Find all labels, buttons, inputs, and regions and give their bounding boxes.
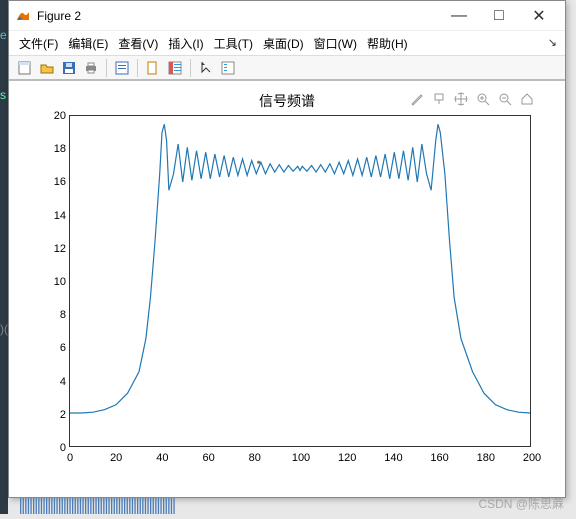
minimize-button[interactable]: — [439,2,479,30]
axes[interactable]: 0246810121416182002040608010012014016018… [69,115,531,447]
y-tick: 16 [40,176,66,188]
dock-toggle-button[interactable]: ↘ [548,36,557,49]
zoom-out-icon[interactable] [497,91,513,107]
save-button[interactable] [59,58,79,78]
x-tick: 60 [202,452,214,464]
menu-window[interactable]: 窗口(W) [314,35,357,52]
menu-insert[interactable]: 插入(I) [168,35,203,52]
open-button[interactable] [37,58,57,78]
y-tick: 18 [40,143,66,155]
print-button[interactable] [81,58,101,78]
home-icon[interactable] [519,91,535,107]
y-tick: 8 [40,309,66,321]
menu-desktop[interactable]: 桌面(D) [263,35,304,52]
y-tick: 6 [40,342,66,354]
toolbar [9,55,565,81]
title-bar: Figure 2 — □ ✕ [9,1,565,31]
x-tick: 100 [292,452,310,464]
edit-plot-button[interactable] [196,58,216,78]
new-figure-button[interactable] [15,58,35,78]
x-tick: 160 [430,452,448,464]
colorbar-button[interactable] [165,58,185,78]
close-button[interactable]: ✕ [519,2,559,30]
plot-area: 信号频谱 02468101214161820020406080100120140… [21,87,553,485]
menu-view[interactable]: 查看(V) [118,35,158,52]
y-tick: 2 [40,409,66,421]
window-title: Figure 2 [37,9,439,23]
menu-file[interactable]: 文件(F) [19,35,58,52]
watermark: CSDN @陈思蔴 [478,495,564,512]
x-tick: 120 [338,452,356,464]
figure-window: Figure 2 — □ ✕ ↘ 文件(F) 编辑(E) 查看(V) 插入(I)… [8,0,566,498]
datatip-icon[interactable] [431,91,447,107]
y-tick: 12 [40,243,66,255]
pan-icon[interactable] [453,91,469,107]
insert-legend-button[interactable] [218,58,238,78]
menu-help[interactable]: 帮助(H) [367,35,408,52]
x-tick: 200 [523,452,541,464]
y-tick: 0 [40,442,66,454]
maximize-button[interactable]: □ [479,2,519,30]
zoom-in-icon[interactable] [475,91,491,107]
x-tick: 0 [67,452,73,464]
menu-bar: 文件(F) 编辑(E) 查看(V) 插入(I) 工具(T) 桌面(D) 窗口(W… [9,31,565,55]
y-tick: 14 [40,210,66,222]
print-preview-button[interactable] [112,58,132,78]
menu-edit[interactable]: 编辑(E) [68,35,108,52]
background-bars [20,498,180,514]
matlab-logo-icon [15,8,31,24]
y-tick: 10 [40,276,66,288]
x-tick: 20 [110,452,122,464]
x-tick: 180 [477,452,495,464]
menu-tools[interactable]: 工具(T) [214,35,253,52]
x-tick: 40 [156,452,168,464]
chart-line [70,116,530,446]
x-tick: 80 [249,452,261,464]
y-tick: 4 [40,376,66,388]
axes-toolbar [409,91,535,107]
x-tick: 140 [384,452,402,464]
link-plot-button[interactable] [143,58,163,78]
y-tick: 20 [40,110,66,122]
brush-icon[interactable] [409,91,425,107]
